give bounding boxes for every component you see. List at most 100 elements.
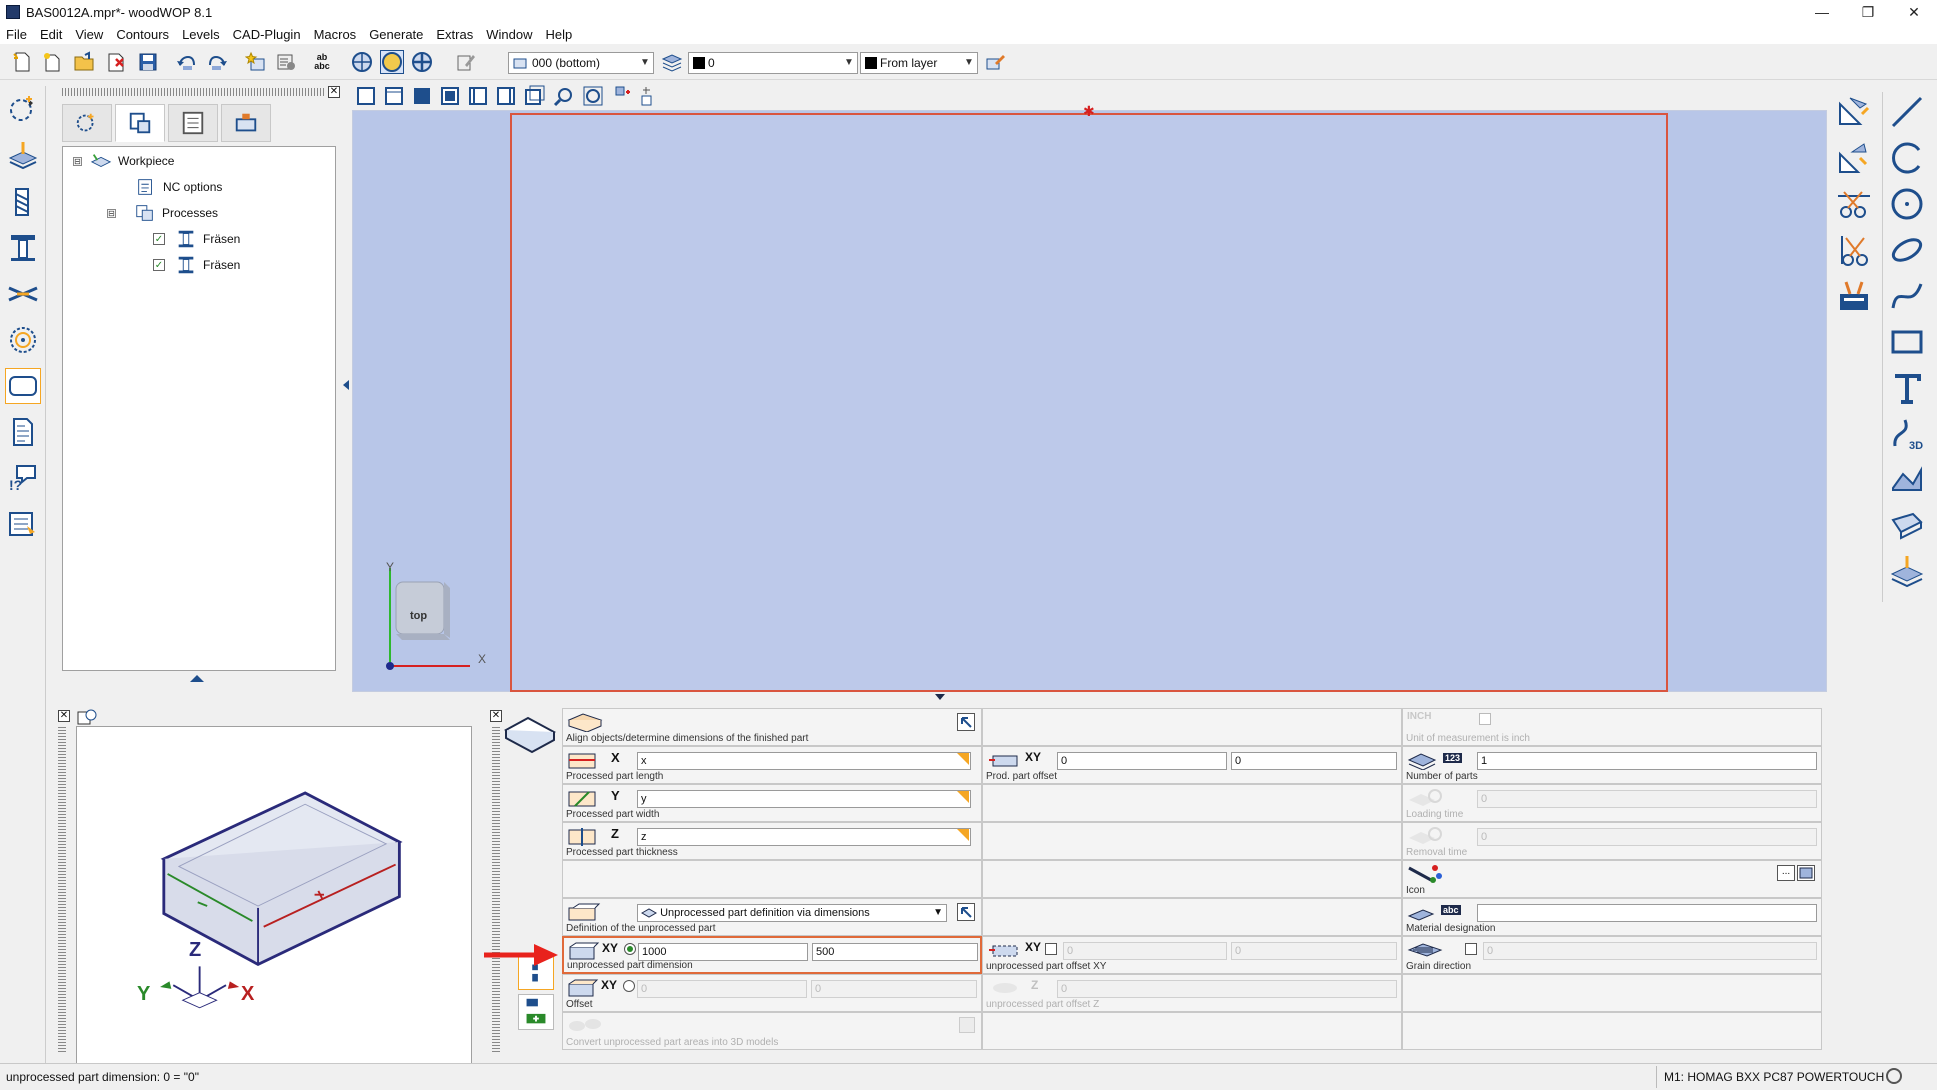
- panel-grip[interactable]: [62, 88, 324, 96]
- material-list-icon[interactable]: [5, 506, 41, 542]
- number-of-parts-input[interactable]: 1: [1477, 752, 1817, 770]
- tab-tools[interactable]: [221, 104, 271, 142]
- menu-extras[interactable]: Extras: [436, 27, 473, 42]
- material-input[interactable]: [1477, 904, 1817, 922]
- settings-list-icon[interactable]: [274, 50, 298, 74]
- replace-text-button[interactable]: ab abc: [310, 50, 334, 74]
- redo-icon[interactable]: [206, 50, 230, 74]
- workpiece-level-icon[interactable]: [5, 138, 41, 174]
- draw-spline-icon[interactable]: [1887, 276, 1927, 316]
- menu-window[interactable]: Window: [486, 27, 532, 42]
- view-shaded-icon[interactable]: [380, 50, 404, 74]
- icon-browse-button[interactable]: ...: [1777, 865, 1795, 881]
- preview-help-icon[interactable]: [76, 708, 98, 726]
- view-wireframe-icon[interactable]: [350, 50, 374, 74]
- view-bottom-icon[interactable]: [414, 88, 430, 104]
- tree-item-nc-options[interactable]: NC options: [135, 177, 222, 197]
- saw-cut-icon[interactable]: [5, 276, 41, 312]
- panel-grip[interactable]: [492, 726, 500, 1052]
- menu-edit[interactable]: Edit: [40, 27, 62, 42]
- checkbox-checked[interactable]: ✓: [153, 259, 165, 271]
- layer-edit-icon[interactable]: [454, 50, 478, 74]
- tree-item-processes[interactable]: ⊟ Processes: [107, 203, 218, 223]
- unprocessed-offset-x-input[interactable]: 0: [1063, 942, 1227, 960]
- connection-icon[interactable]: [1886, 1068, 1902, 1084]
- unprocessed-definition-select[interactable]: Unprocessed part definition via dimensio…: [637, 904, 947, 922]
- color-select[interactable]: From layer ▼: [860, 52, 978, 74]
- trim-scissors-icon[interactable]: [1834, 184, 1874, 224]
- panel-grip[interactable]: [58, 726, 66, 1052]
- snap-grid-icon[interactable]: [615, 86, 630, 96]
- menu-generate[interactable]: Generate: [369, 27, 423, 42]
- zoom-icon[interactable]: [553, 88, 572, 107]
- maximize-button[interactable]: ❐: [1845, 0, 1891, 24]
- collapse-icon[interactable]: ⊟: [73, 156, 82, 166]
- view-hidden-icon[interactable]: [410, 50, 434, 74]
- collapse-panel-arrow[interactable]: [190, 675, 204, 682]
- tab-nc-list[interactable]: [168, 104, 218, 142]
- tab-processes[interactable]: [115, 104, 165, 142]
- offset-radio[interactable]: [623, 980, 635, 992]
- angle-dimension-icon[interactable]: [1834, 138, 1874, 178]
- snap-point-icon[interactable]: [641, 87, 652, 106]
- minimize-button[interactable]: —: [1799, 0, 1845, 24]
- view-iso-icon[interactable]: [525, 85, 545, 105]
- view-cube[interactable]: Y X top: [382, 560, 502, 670]
- splitter-left-arrow[interactable]: [343, 380, 349, 390]
- toolbox-icon[interactable]: [1834, 276, 1874, 316]
- tab-geometry[interactable]: [62, 104, 112, 142]
- menu-view[interactable]: View: [75, 27, 103, 42]
- collapse-icon[interactable]: ⊟: [107, 208, 116, 218]
- processed-thickness-input[interactable]: z: [637, 828, 971, 846]
- draw-line-icon[interactable]: [1887, 92, 1927, 132]
- split-scissors-icon[interactable]: [1834, 230, 1874, 270]
- draw-3d-icon[interactable]: 3D: [1887, 414, 1927, 454]
- draw-circle-icon[interactable]: [1887, 184, 1927, 224]
- unprocessed-offset-z-input[interactable]: 0: [1057, 980, 1397, 998]
- checkbox-checked[interactable]: ✓: [153, 233, 165, 245]
- inch-checkbox[interactable]: [1479, 713, 1491, 725]
- new-wizard-icon[interactable]: [40, 50, 64, 74]
- prod-offset-x-input[interactable]: 0: [1057, 752, 1227, 770]
- surface-profile-icon[interactable]: [1887, 506, 1927, 546]
- saw-blade-icon[interactable]: [5, 322, 41, 358]
- definition-pick-button[interactable]: [957, 903, 975, 921]
- view-front-icon[interactable]: [357, 87, 375, 105]
- props-close-button[interactable]: ✕: [490, 710, 502, 722]
- draw-ellipse-icon[interactable]: [1887, 230, 1927, 270]
- prod-offset-y-input[interactable]: 0: [1231, 752, 1397, 770]
- preview-close-button[interactable]: ✕: [58, 710, 70, 722]
- unprocessed-offset-checkbox[interactable]: [1045, 943, 1057, 955]
- grain-direction-checkbox[interactable]: [1465, 943, 1477, 955]
- draw-text-icon[interactable]: [1887, 368, 1927, 408]
- removal-time-input[interactable]: 0: [1477, 828, 1817, 846]
- tree-item-fraesen-1[interactable]: ✓ Fräsen: [153, 229, 240, 249]
- unprocessed-dimension-x-input[interactable]: 1000: [638, 943, 808, 961]
- processed-width-input[interactable]: y: [637, 790, 971, 808]
- layers-icon[interactable]: [660, 50, 684, 74]
- unprocessed-offset-y-input[interactable]: 0: [1231, 942, 1397, 960]
- loading-time-input[interactable]: 0: [1477, 790, 1817, 808]
- save-icon[interactable]: [136, 50, 160, 74]
- star-plus-icon[interactable]: [244, 50, 268, 74]
- open-folder-icon[interactable]: [72, 50, 96, 74]
- draw-arc-icon[interactable]: [1887, 138, 1927, 178]
- layer-select[interactable]: 0 ▼: [688, 52, 858, 74]
- router-tool-icon[interactable]: [5, 230, 41, 266]
- view-top-icon[interactable]: [441, 87, 459, 105]
- offset-y-input[interactable]: 0: [811, 980, 977, 998]
- preview-3d-view[interactable]: Z Y X: [76, 726, 472, 1072]
- new-file-icon[interactable]: [10, 50, 34, 74]
- offset-x-input[interactable]: 0: [637, 980, 807, 998]
- dimension-icon[interactable]: [1834, 92, 1874, 132]
- undo-icon[interactable]: [174, 50, 198, 74]
- tree-item-fraesen-2[interactable]: ✓ Fräsen: [153, 255, 240, 275]
- plane-select[interactable]: 000 (bottom) ▼: [508, 52, 654, 74]
- drill-icon[interactable]: [5, 184, 41, 220]
- draw-rectangle-icon[interactable]: [1887, 322, 1927, 362]
- menu-cad-plugin[interactable]: CAD-Plugin: [233, 27, 301, 42]
- tree-item-workpiece[interactable]: ⊟ Workpiece: [73, 151, 174, 171]
- icon-pick-button[interactable]: [1797, 865, 1815, 881]
- view-left-icon[interactable]: [469, 87, 487, 105]
- convert-3d-checkbox[interactable]: [959, 1017, 975, 1033]
